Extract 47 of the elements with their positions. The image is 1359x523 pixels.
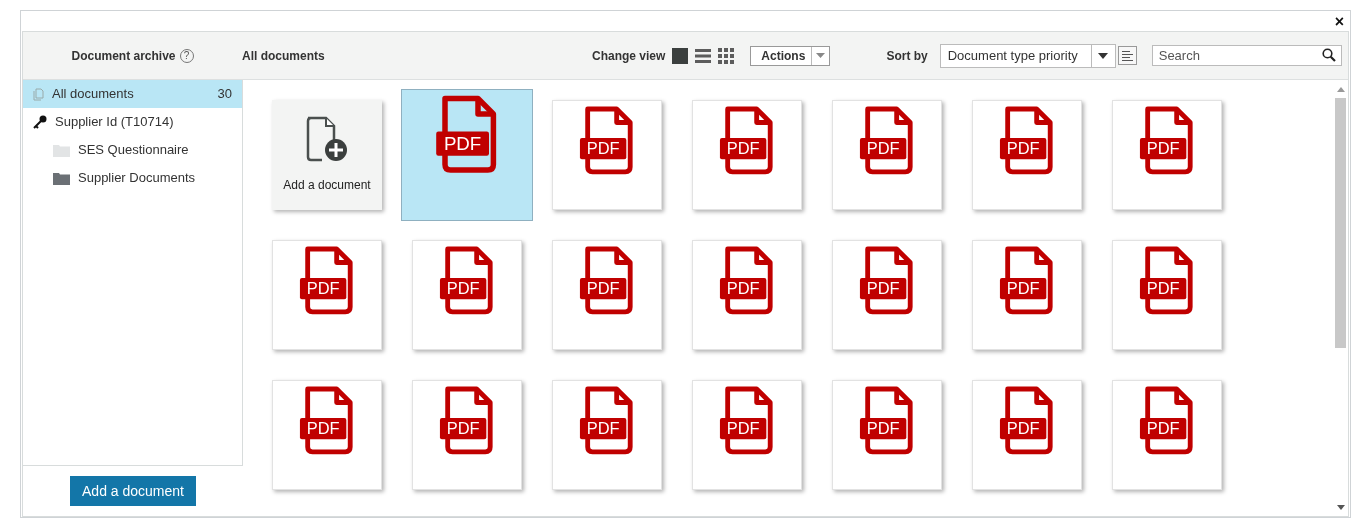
scroll-up-icon[interactable]	[1336, 87, 1345, 92]
grid-view-button[interactable]	[716, 45, 737, 66]
search-field[interactable]: Search	[1151, 45, 1342, 66]
sort-label: Sort by	[886, 47, 928, 65]
pdf-document-tile[interactable]: PDF	[972, 100, 1082, 210]
tree-item[interactable]: All documents 30	[23, 80, 242, 108]
add-document-button[interactable]: Add a document	[70, 476, 196, 506]
pdf-document-tile[interactable]: PDF	[401, 89, 533, 221]
tree-item[interactable]: Supplier Documents	[23, 164, 242, 192]
sort-order-button[interactable]	[1117, 46, 1137, 65]
pdf-document-tile[interactable]: PDF	[552, 380, 662, 490]
document-count: 30	[217, 85, 232, 104]
add-file-icon	[304, 116, 350, 164]
search-icon	[1321, 48, 1336, 62]
scrollbar-thumb[interactable]	[1335, 98, 1346, 348]
pdf-document-tile[interactable]: PDF	[412, 240, 522, 350]
pdf-document-tile[interactable]: PDF	[832, 100, 942, 210]
caret-icon	[816, 53, 826, 58]
caret-icon	[1098, 52, 1109, 59]
pdf-document-tile[interactable]: PDF	[552, 240, 662, 350]
pdf-document-tile[interactable]: PDF	[692, 240, 802, 350]
tile-view-button[interactable]	[670, 45, 691, 66]
pdf-document-tile[interactable]: PDF	[972, 380, 1082, 490]
scroll-down-icon[interactable]	[1336, 505, 1345, 510]
pdf-document-tile[interactable]: PDF	[1112, 380, 1222, 490]
pdf-document-tile[interactable]: PDF	[692, 380, 802, 490]
documents-icon	[33, 87, 44, 101]
change-view-label: Change view	[592, 47, 666, 65]
archive-title: Document archive	[71, 47, 176, 65]
breadcrumb: All documents	[242, 47, 326, 65]
pdf-document-tile[interactable]: PDF	[412, 380, 522, 490]
tree-item[interactable]: Supplier Id (T10714)	[23, 108, 242, 136]
pdf-document-tile[interactable]: PDF	[692, 100, 802, 210]
close-button[interactable]: ×	[1334, 14, 1344, 30]
pdf-document-tile[interactable]: PDF	[832, 380, 942, 490]
pdf-document-tile[interactable]: PDF	[972, 240, 1082, 350]
key-icon	[33, 115, 47, 129]
add-document-tile[interactable]: Add a document	[272, 100, 382, 210]
actions-dropdown[interactable]: Actions	[750, 45, 831, 66]
tree-item[interactable]: SES Questionnaire	[23, 136, 242, 164]
pdf-document-tile[interactable]: PDF	[272, 380, 382, 490]
pdf-document-tile[interactable]: PDF	[552, 100, 662, 210]
pdf-document-tile[interactable]: PDF	[832, 240, 942, 350]
pdf-document-tile[interactable]: PDF	[272, 240, 382, 350]
pdf-document-tile[interactable]: PDF	[1112, 240, 1222, 350]
pdf-document-tile[interactable]: PDF	[1112, 100, 1222, 210]
sort-dropdown[interactable]: Document type priority	[939, 43, 1116, 68]
